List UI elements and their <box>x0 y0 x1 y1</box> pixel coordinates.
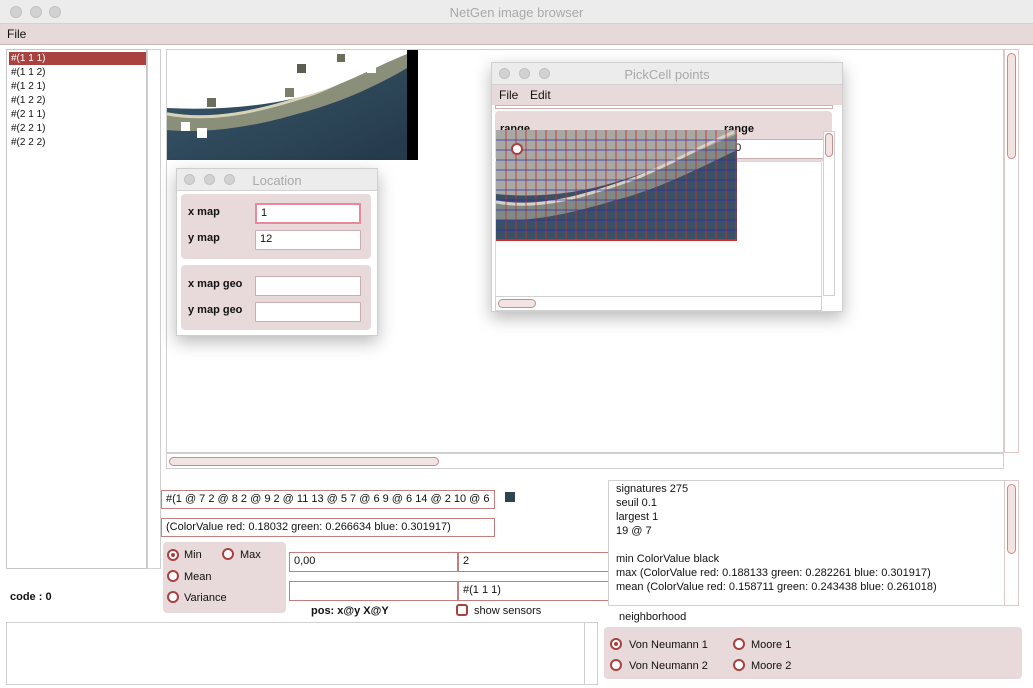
statistic-panel: Min Max Mean Variance <box>163 542 286 613</box>
range-input[interactable]: 20 <box>724 139 828 159</box>
pickcell-menu-bar: File Edit <box>492 85 842 105</box>
info-signatures: signatures 275 <box>616 483 689 495</box>
list-item[interactable]: #(1 1 2) <box>9 66 146 79</box>
list-item[interactable]: #(1 2 1) <box>9 80 146 93</box>
pickcell-horizontal-scroll-thumb[interactable] <box>498 299 536 308</box>
menu-file[interactable]: File <box>7 27 26 41</box>
coordinate-field[interactable]: 0,00 <box>289 552 458 572</box>
info-vertical-scroll-thumb[interactable] <box>1007 484 1016 554</box>
list-item[interactable]: #(2 2 2) <box>9 136 146 149</box>
location-geo-panel: x map geo y map geo <box>181 265 371 330</box>
min-radio-label: Min <box>184 549 202 561</box>
info-seuil: seuil 0.1 <box>616 497 657 509</box>
info-panel[interactable]: signatures 275 seuil 0.1 largest 1 19 @ … <box>608 480 1019 606</box>
y-map-input[interactable]: 12 <box>255 230 361 250</box>
signature-field[interactable]: #(1 @ 7 2 @ 8 2 @ 9 2 @ 11 13 @ 5 7 @ 6 … <box>161 490 495 509</box>
neighborhood-panel: Von Neumann 1 Moore 1 Von Neumann 2 Moor… <box>604 627 1022 679</box>
moore-2-radio[interactable] <box>733 659 745 671</box>
window-title: NetGen image browser <box>449 5 584 20</box>
moore-1-radio[interactable] <box>733 638 745 650</box>
mean-radio[interactable] <box>167 570 179 582</box>
pos-label: pos: x@y X@Y <box>311 605 389 617</box>
cell-list[interactable]: #(1 1 1) #(1 1 2) #(1 2 1) #(1 2 2) #(2 … <box>6 49 147 569</box>
list-item[interactable]: #(1 2 2) <box>9 94 146 107</box>
value-field[interactable]: 2 <box>458 552 613 572</box>
canvas-vertical-scroll-thumb[interactable] <box>1007 53 1016 159</box>
color-swatch <box>505 492 515 502</box>
satellite-image <box>167 50 418 160</box>
von-neumann-2-label: Von Neumann 2 <box>629 660 708 672</box>
list-splitter[interactable] <box>147 49 161 569</box>
min-radio[interactable] <box>167 549 179 561</box>
moore-2-label: Moore 2 <box>751 660 792 672</box>
info-mean: mean (ColorValue red: 0.158711 green: 0.… <box>616 581 937 593</box>
pickcell-divider <box>495 105 833 109</box>
pickcell-vertical-scroll-thumb[interactable] <box>825 133 833 157</box>
info-max: max (ColorValue red: 0.188133 green: 0.2… <box>616 567 931 579</box>
info-vertical-scrollbar[interactable] <box>1004 480 1019 606</box>
moore-1-label: Moore 1 <box>751 639 792 651</box>
von-neumann-1-label: Von Neumann 1 <box>629 639 708 651</box>
info-largest: largest 1 <box>616 511 659 523</box>
max-radio[interactable] <box>222 548 234 560</box>
x-map-input[interactable]: 1 <box>255 203 361 224</box>
pickcell-grid-image[interactable] <box>496 130 737 242</box>
show-sensors-checkbox[interactable] <box>456 604 468 616</box>
pickcell-menu-file[interactable]: File <box>499 88 518 102</box>
pick-point-marker[interactable] <box>511 143 523 155</box>
cell-field[interactable]: #(1 1 1) <box>458 581 613 601</box>
max-radio-label: Max <box>240 549 261 561</box>
list-item[interactable]: #(1 1 1) <box>9 52 146 65</box>
pickcell-horizontal-scrollbar[interactable] <box>495 296 822 311</box>
show-sensors-label: show sensors <box>474 605 542 617</box>
empty-field[interactable] <box>289 581 458 601</box>
x-map-geo-input[interactable] <box>255 276 361 296</box>
von-neumann-1-radio[interactable] <box>610 638 622 650</box>
pickcell-title-bar[interactable]: PickCell points <box>492 63 842 85</box>
pickcell-title: PickCell points <box>624 67 710 82</box>
von-neumann-2-radio[interactable] <box>610 659 622 671</box>
console-divider <box>584 623 585 684</box>
mean-radio-label: Mean <box>184 571 212 583</box>
canvas-horizontal-scroll-thumb[interactable] <box>169 457 439 466</box>
variance-radio[interactable] <box>167 591 179 603</box>
code-label: code : 0 <box>10 591 52 603</box>
location-map-panel: x map 1 y map 12 <box>181 194 371 259</box>
pickcell-vertical-scrollbar[interactable] <box>823 131 835 296</box>
neighborhood-label: neighborhood <box>619 611 687 623</box>
info-position: 19 @ 7 <box>616 525 652 537</box>
location-title-bar[interactable]: Location <box>177 169 377 191</box>
location-window[interactable]: Location x map 1 y map 12 x map geo y ma… <box>176 168 378 336</box>
list-item[interactable]: #(2 1 1) <box>9 108 146 121</box>
pickcell-menu-edit[interactable]: Edit <box>530 88 551 102</box>
y-map-geo-label: y map geo <box>188 304 243 316</box>
canvas-vertical-scrollbar[interactable] <box>1004 49 1019 453</box>
info-min: min ColorValue black <box>616 553 720 565</box>
pickcell-window[interactable]: PickCell points File Edit range range 20 <box>491 62 843 312</box>
y-map-label: y map <box>188 232 220 244</box>
main-title-bar: NetGen image browser <box>0 0 1033 24</box>
x-map-label: x map <box>188 206 220 218</box>
console-area[interactable] <box>6 622 598 685</box>
location-title: Location <box>252 173 302 188</box>
x-map-geo-label: x map geo <box>188 278 243 290</box>
list-item[interactable]: #(2 2 1) <box>9 122 146 135</box>
menu-bar: File <box>0 24 1033 45</box>
color-value-field[interactable]: (ColorValue red: 0.18032 green: 0.266634… <box>161 518 495 537</box>
pickcell-image-area[interactable] <box>495 130 822 299</box>
variance-radio-label: Variance <box>184 592 227 604</box>
y-map-geo-input[interactable] <box>255 302 361 322</box>
canvas-horizontal-scrollbar[interactable] <box>166 453 1004 469</box>
